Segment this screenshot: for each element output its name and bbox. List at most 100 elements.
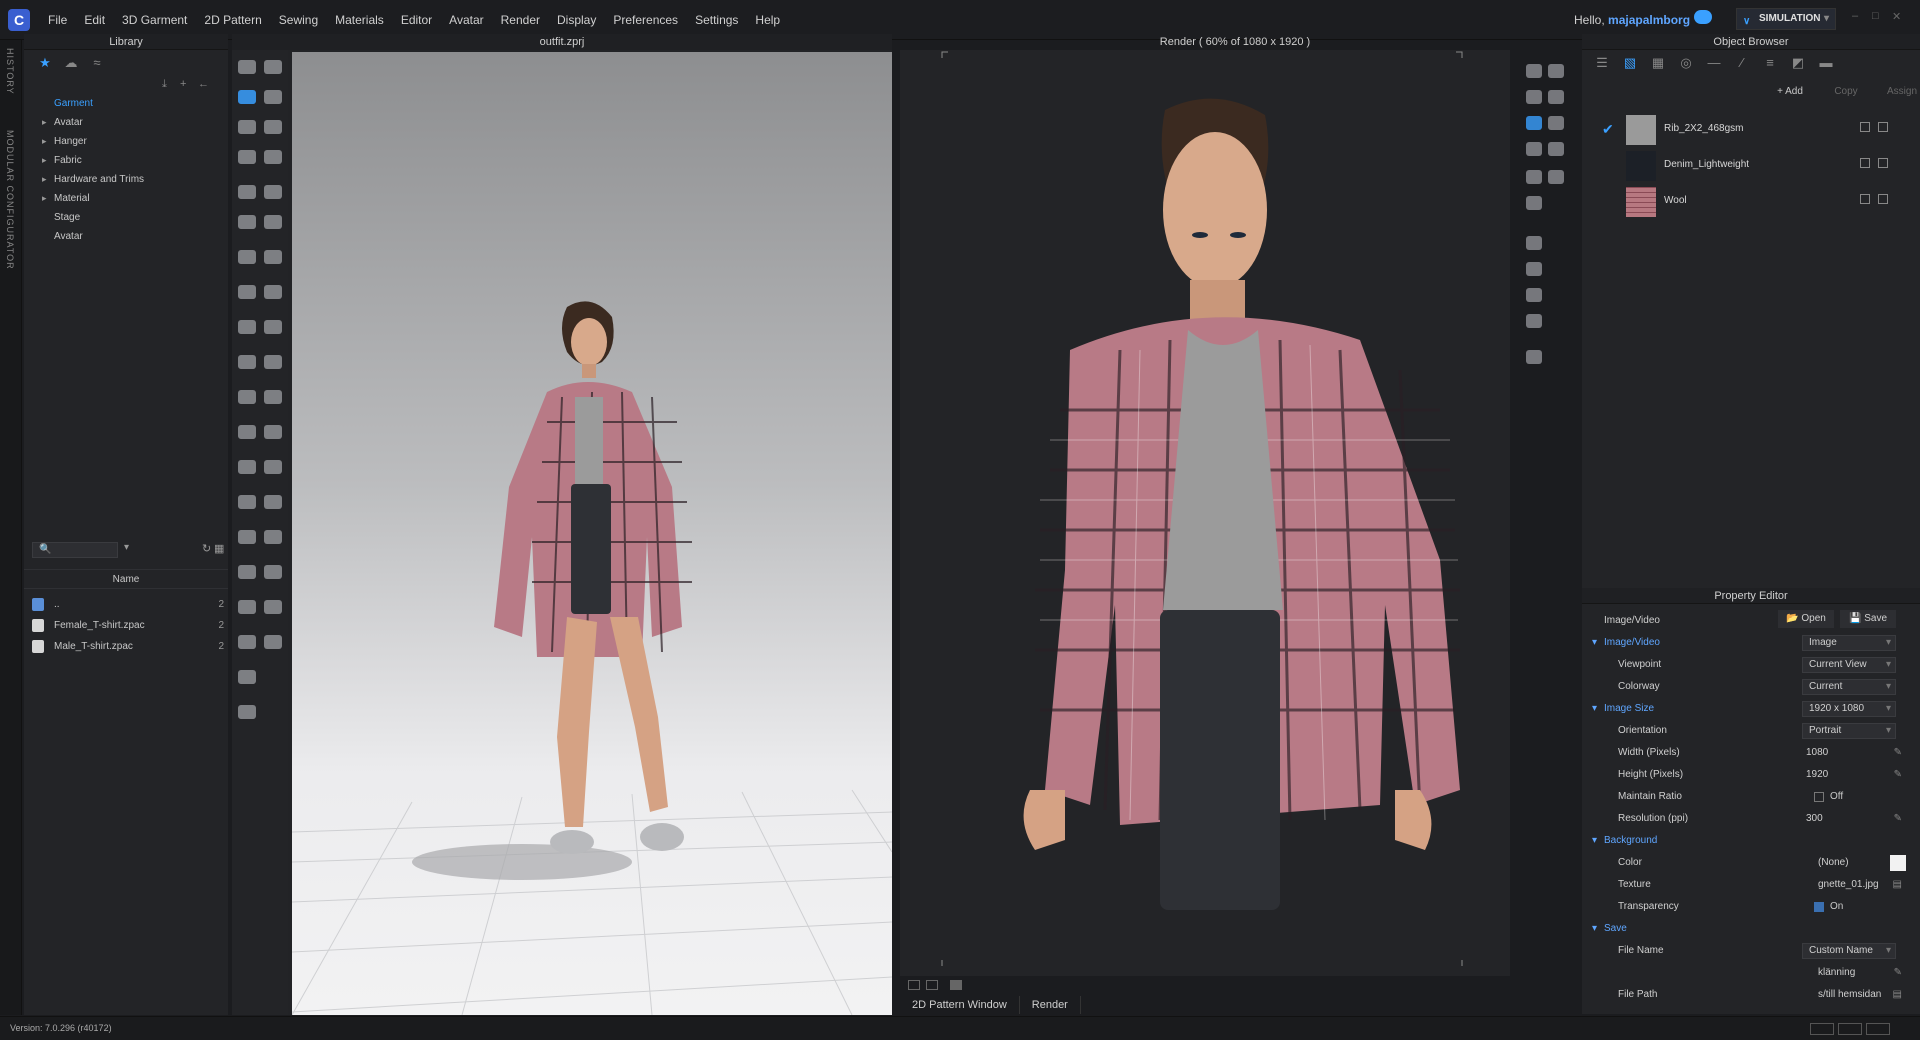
tool-icon[interactable] bbox=[1548, 64, 1564, 78]
download-icon[interactable]: ⤓ bbox=[162, 78, 180, 91]
tool-icon[interactable] bbox=[908, 980, 920, 990]
tool-icon[interactable] bbox=[238, 635, 256, 649]
menu-editor[interactable]: Editor bbox=[401, 13, 432, 27]
history-tab[interactable]: HISTORY bbox=[5, 48, 15, 95]
username-link[interactable]: majapalmborg bbox=[1608, 13, 1690, 27]
pencil-icon[interactable]: ✎ bbox=[1894, 764, 1902, 786]
tool-icon[interactable] bbox=[264, 320, 282, 334]
texture-value[interactable]: gnette_01.jpg bbox=[1818, 874, 1879, 896]
tree-item-hardware-trims[interactable]: Hardware and Trims bbox=[24, 170, 228, 189]
tool-icon[interactable] bbox=[238, 355, 256, 369]
list-item[interactable]: .. 2 bbox=[24, 594, 228, 615]
list-view-icon[interactable]: ☰ bbox=[1588, 52, 1616, 74]
layout-icon[interactable] bbox=[1810, 1023, 1834, 1035]
pattern-icon[interactable]: ▦ bbox=[1644, 52, 1672, 74]
menu-file[interactable]: File bbox=[48, 13, 67, 27]
fabric-row[interactable]: Denim_Lightweight bbox=[1582, 148, 1920, 184]
tab-render[interactable]: Render bbox=[1020, 996, 1081, 1014]
menu-sewing[interactable]: Sewing bbox=[279, 13, 318, 27]
maximize-icon[interactable]: □ bbox=[1872, 10, 1892, 23]
image-video-select[interactable]: Image bbox=[1802, 635, 1896, 651]
trim-icon[interactable]: ▬ bbox=[1812, 52, 1840, 74]
menu-materials[interactable]: Materials bbox=[335, 13, 384, 27]
folder-icon[interactable]: ▤ bbox=[1893, 984, 1902, 1006]
tool-icon[interactable] bbox=[238, 460, 256, 474]
viewpoint-select[interactable]: Current View bbox=[1802, 657, 1896, 673]
tool-icon[interactable] bbox=[238, 150, 256, 164]
tool-icon[interactable] bbox=[1526, 350, 1542, 364]
tool-icon[interactable] bbox=[1548, 116, 1564, 130]
grid-view-icon[interactable]: ▦ bbox=[214, 542, 224, 555]
browse-icon[interactable]: ▤ bbox=[1893, 874, 1902, 896]
tool-icon[interactable] bbox=[264, 285, 282, 299]
tool-icon[interactable] bbox=[238, 390, 256, 404]
edit-icon[interactable] bbox=[1860, 122, 1870, 132]
cloud-library-icon[interactable]: ☁ bbox=[58, 52, 84, 74]
assign-button[interactable]: Assign bbox=[1874, 86, 1920, 97]
tool-icon[interactable] bbox=[1548, 142, 1564, 156]
copy-button[interactable]: Copy bbox=[1818, 86, 1874, 97]
modular-configurator-tab[interactable]: MODULAR CONFIGURATOR bbox=[5, 130, 15, 270]
refresh-icon[interactable]: ↻ bbox=[202, 542, 211, 555]
menu-3d-garment[interactable]: 3D Garment bbox=[122, 13, 187, 27]
select-move-icon[interactable] bbox=[238, 90, 256, 104]
edit-icon[interactable] bbox=[1860, 158, 1870, 168]
image-video-section[interactable]: Image/Video Image bbox=[1582, 632, 1920, 654]
menu-display[interactable]: Display bbox=[557, 13, 596, 27]
3d-scene[interactable] bbox=[292, 52, 892, 1015]
pencil-icon[interactable]: ✎ bbox=[1894, 808, 1902, 830]
menu-edit[interactable]: Edit bbox=[84, 13, 105, 27]
menu-help[interactable]: Help bbox=[755, 13, 780, 27]
simulation-mode-dropdown[interactable]: ∨ SIMULATION ▾ bbox=[1736, 8, 1836, 30]
tool-icon[interactable] bbox=[1526, 314, 1542, 328]
tab-2d-pattern-window[interactable]: 2D Pattern Window bbox=[900, 996, 1020, 1014]
height-input[interactable]: 1920 bbox=[1806, 764, 1828, 786]
tree-item-stage[interactable]: Stage bbox=[24, 208, 228, 227]
tool-icon[interactable] bbox=[238, 60, 256, 74]
list-item[interactable]: Female_T-shirt.zpac 2 bbox=[24, 615, 228, 636]
favorites-star-icon[interactable]: ★ bbox=[32, 52, 58, 74]
tool-icon[interactable] bbox=[238, 565, 256, 579]
list-item[interactable]: Male_T-shirt.zpac 2 bbox=[24, 636, 228, 657]
tool-icon[interactable] bbox=[926, 980, 938, 990]
name-column-header[interactable]: Name bbox=[24, 569, 228, 589]
tool-icon[interactable] bbox=[238, 495, 256, 509]
fabric-row[interactable]: ✔ Rib_2X2_468gsm bbox=[1582, 112, 1920, 148]
topstitch-icon[interactable]: ⁄ bbox=[1728, 52, 1756, 74]
colorway-select[interactable]: Current bbox=[1802, 679, 1896, 695]
graphic-icon[interactable]: ◩ bbox=[1784, 52, 1812, 74]
delete-icon[interactable] bbox=[1878, 122, 1888, 132]
tool-icon[interactable] bbox=[1526, 64, 1542, 78]
camera-icon[interactable] bbox=[1526, 170, 1542, 184]
menu-avatar[interactable]: Avatar bbox=[449, 13, 483, 27]
menu-settings[interactable]: Settings bbox=[695, 13, 738, 27]
close-icon[interactable]: ✕ bbox=[1892, 10, 1912, 23]
resolution-input[interactable]: 300 bbox=[1806, 808, 1823, 830]
tree-item-fabric[interactable]: Fabric bbox=[24, 151, 228, 170]
tree-item-garment[interactable]: Garment bbox=[24, 94, 228, 113]
tool-icon[interactable] bbox=[238, 120, 256, 134]
width-input[interactable]: 1080 bbox=[1806, 742, 1828, 764]
color-swatch[interactable] bbox=[1890, 855, 1906, 871]
maintain-ratio-checkbox[interactable] bbox=[1814, 792, 1824, 802]
tool-icon[interactable] bbox=[1526, 288, 1542, 302]
file-name-input[interactable]: klänning bbox=[1818, 962, 1855, 984]
image-size-select[interactable]: 1920 x 1080 bbox=[1802, 701, 1896, 717]
library-search-input[interactable]: 🔍 bbox=[32, 542, 118, 558]
file-name-select[interactable]: Custom Name bbox=[1802, 943, 1896, 959]
tree-item-hanger[interactable]: Hanger bbox=[24, 132, 228, 151]
tool-icon[interactable] bbox=[238, 530, 256, 544]
tool-icon[interactable] bbox=[238, 250, 256, 264]
tool-icon[interactable] bbox=[238, 185, 256, 199]
tool-icon[interactable] bbox=[264, 60, 282, 74]
delete-icon[interactable] bbox=[1878, 194, 1888, 204]
minimize-icon[interactable]: – bbox=[1852, 10, 1872, 23]
menu-2d-pattern[interactable]: 2D Pattern bbox=[204, 13, 261, 27]
pencil-icon[interactable]: ✎ bbox=[1894, 742, 1902, 764]
tool-icon[interactable] bbox=[238, 600, 256, 614]
button-icon[interactable]: ◎ bbox=[1672, 52, 1700, 74]
zipper-icon[interactable]: ≡ bbox=[1756, 52, 1784, 74]
tool-icon[interactable] bbox=[264, 635, 282, 649]
tool-icon[interactable] bbox=[238, 705, 256, 719]
filter-icon[interactable]: ▾ bbox=[124, 542, 129, 553]
